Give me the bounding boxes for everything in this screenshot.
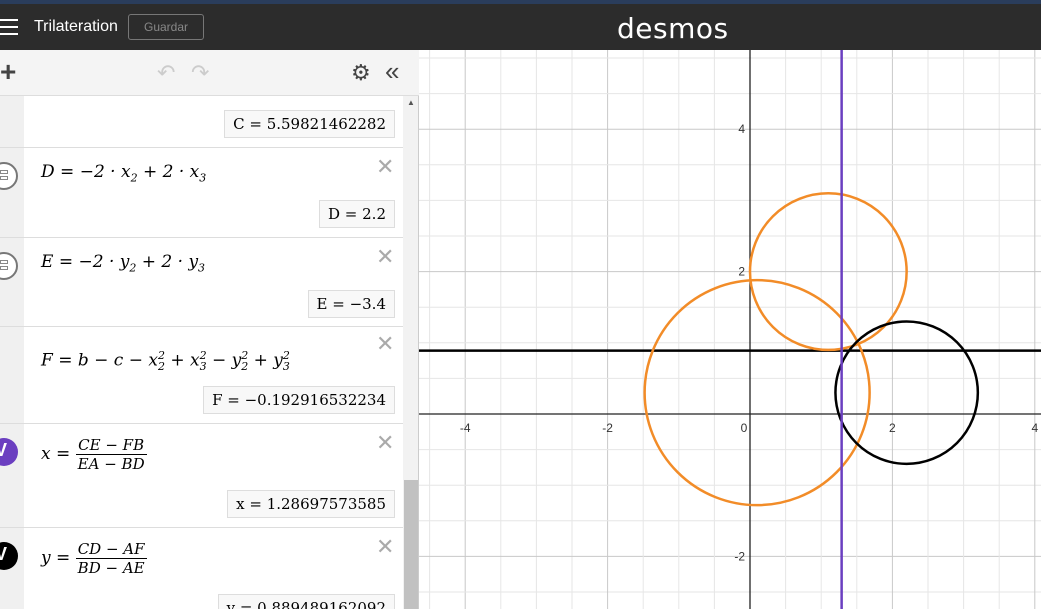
table-icon[interactable] <box>0 162 18 190</box>
y-tick-label: 4 <box>738 122 745 136</box>
x-tick-label: 2 <box>889 421 896 435</box>
double-chevron-left-icon[interactable]: « <box>385 56 399 87</box>
table-icon[interactable] <box>0 252 18 280</box>
graph-title[interactable]: Trilateration <box>34 18 118 36</box>
desmos-logo: desmos <box>617 12 729 45</box>
result-x: x = 1.28697573585 <box>227 490 395 518</box>
x-tick-label: 4 <box>1031 421 1038 435</box>
expression-e-formula[interactable]: E = −2 · y2 + 2 · y3 <box>41 252 205 274</box>
close-icon[interactable]: ✕ <box>376 244 394 270</box>
close-icon[interactable]: ✕ <box>376 534 394 560</box>
expression-row-y[interactable]: V y = CD − AFBD − AE ✕ y = 0.88948916209… <box>0 528 403 609</box>
save-button[interactable]: Guardar <box>128 14 204 40</box>
color-toggle-icon[interactable]: V <box>0 542 18 570</box>
result-d: D = 2.2 <box>319 200 395 228</box>
x-tick-label: -4 <box>460 421 471 435</box>
expression-row-c[interactable]: C = 5.59821462282 <box>0 96 403 148</box>
result-f: F = −0.192916532234 <box>203 386 395 414</box>
expression-d-formula[interactable]: D = −2 · x2 + 2 · x3 <box>41 162 206 184</box>
gear-icon[interactable]: ⚙ <box>351 60 371 86</box>
y-tick-label: 2 <box>738 265 745 279</box>
x-tick-label: -2 <box>602 421 613 435</box>
plus-icon[interactable]: + <box>0 56 16 88</box>
result-e: E = −3.4 <box>307 290 395 318</box>
expression-y-formula[interactable]: y = CD − AF BD − AE <box>41 540 147 577</box>
expression-x-formula[interactable]: x = CE − FB EA − BD <box>41 436 147 473</box>
undo-icon[interactable]: ↶ <box>157 60 175 86</box>
close-icon[interactable]: ✕ <box>376 154 394 180</box>
color-toggle-icon[interactable]: V <box>0 438 18 466</box>
graph-canvas[interactable]: -4 -2 0 2 4 4 2 -2 <box>419 50 1041 609</box>
redo-icon[interactable]: ↷ <box>191 60 209 86</box>
app-header: Trilateration Guardar desmos <box>0 4 1041 50</box>
expression-row-x[interactable]: V x = CE − FBEA − BD ✕ x = 1.28697573585 <box>0 424 403 528</box>
expression-f-formula[interactable]: F = b − c − x22 + x23 − y22 + y23 <box>41 349 290 373</box>
expression-row-f[interactable]: F = b − c − x22 + x23 − y22 + y23 ✕ F = … <box>0 327 403 424</box>
scrollbar[interactable]: ▲ <box>403 96 418 609</box>
x-tick-label: 0 <box>741 421 748 435</box>
expression-row-e[interactable]: E = −2 · y2 + 2 · y3 ✕ E = −3.4 <box>0 238 403 327</box>
scroll-thumb[interactable] <box>404 480 418 609</box>
close-icon[interactable]: ✕ <box>376 430 394 456</box>
result-y: y = 0.889489162092 <box>217 594 395 609</box>
menu-icon[interactable] <box>0 19 18 35</box>
expression-row-d[interactable]: D = −2 · x2 + 2 · x3 ✕ D = 2.2 <box>0 148 403 238</box>
y-tick-label: -2 <box>734 549 745 563</box>
result-c: C = 5.59821462282 <box>224 110 395 138</box>
close-icon[interactable]: ✕ <box>376 331 394 357</box>
expression-list: C = 5.59821462282 D = −2 · x2 + 2 · x3 ✕… <box>0 96 419 609</box>
scroll-up-arrow-icon[interactable]: ▲ <box>407 98 415 107</box>
expression-toolbar: + ↶ ↷ ⚙ « <box>0 50 419 96</box>
